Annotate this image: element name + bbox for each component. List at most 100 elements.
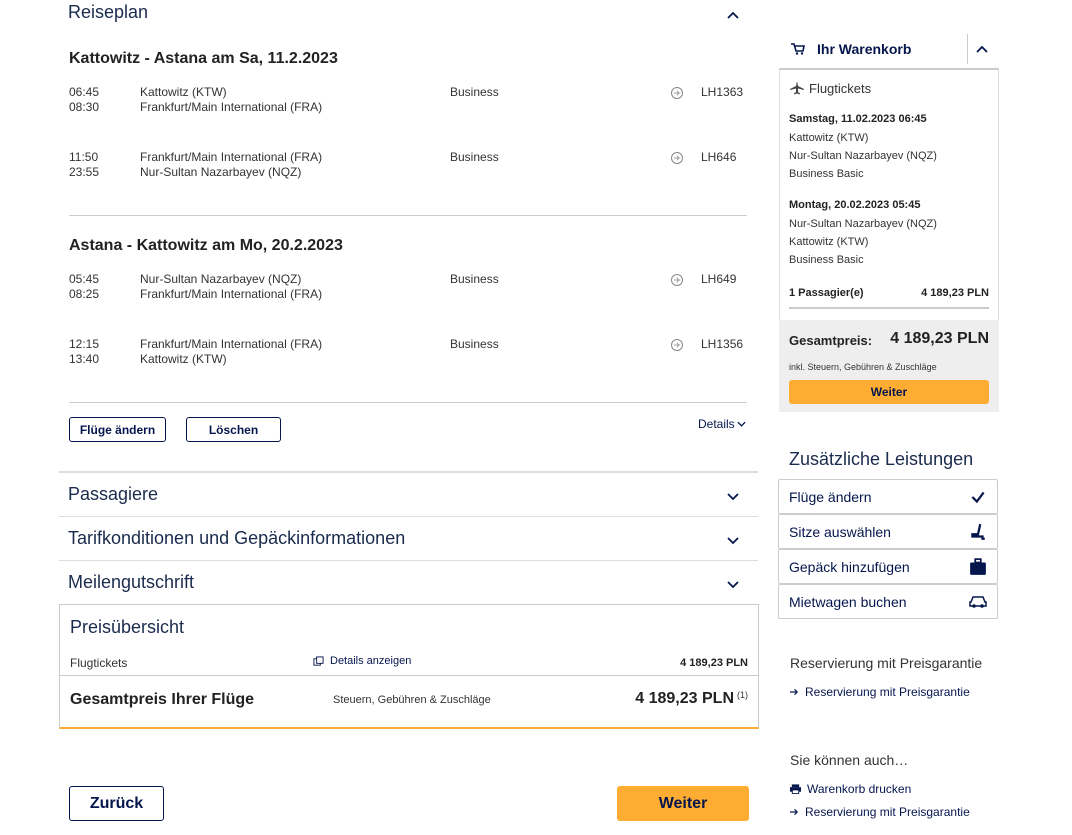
outbound-heading: Kattowitz - Astana am Sa, 11.2.2023 — [69, 50, 338, 67]
next-button[interactable]: Weiter — [617, 786, 749, 821]
chevron-up-icon[interactable] — [726, 8, 740, 22]
divider — [789, 307, 989, 309]
cart-total-box: Gesamtpreis: 4 189,23 PLN inkl. Steuern,… — [779, 320, 999, 412]
cabin-class: Business — [450, 85, 499, 99]
cart-inbound-from: Nur-Sultan Nazarbayev (NQZ) — [789, 218, 937, 230]
external-window-icon — [313, 655, 324, 666]
chevron-down-icon — [737, 421, 746, 427]
cart-header: Ihr Warenkorb — [779, 30, 999, 70]
arrival-time: 13:40 — [69, 352, 100, 366]
departure-time: 11:50 — [69, 150, 99, 164]
cart-tickets-heading: Flugtickets — [789, 80, 871, 96]
cabin-class: Business — [450, 150, 499, 164]
details-show-label: Details anzeigen — [330, 655, 412, 667]
service-add-luggage[interactable]: Gepäck hinzufügen — [778, 549, 998, 584]
cart-total-amount: 4 189,23 PLN — [890, 330, 989, 347]
service-change-flights[interactable]: Flüge ändern — [778, 479, 998, 514]
service-label: Gepäck hinzufügen — [789, 558, 910, 575]
services-title: Zusätzliche Leistungen — [789, 449, 974, 469]
shopping-cart-icon — [791, 43, 805, 55]
taxes-label: Steuern, Gebühren & Zuschläge — [333, 694, 491, 706]
delete-button[interactable]: Löschen — [186, 417, 281, 442]
divider — [967, 34, 968, 64]
cart-inbound-date: Montag, 20.02.2023 05:45 — [789, 199, 921, 211]
change-flights-button[interactable]: Flüge ändern — [69, 417, 166, 442]
cart-passengers-amount: 4 189,23 PLN — [921, 287, 989, 299]
departure-airport: Nur-Sultan Nazarbayev (NQZ) — [140, 272, 302, 286]
arrival-airport: Kattowitz (KTW) — [140, 352, 227, 366]
price-overview: Preisübersicht Flugtickets Details anzei… — [59, 604, 759, 729]
total-amount: 4 189,23 PLN — [635, 690, 734, 707]
cart-inbound-fare: Business Basic — [789, 254, 864, 266]
total-label: Gesamtpreis Ihrer Flüge — [70, 691, 255, 708]
chevron-down-icon — [726, 578, 740, 592]
airline-logo-icon — [671, 152, 683, 164]
cart-outbound-to: Nur-Sultan Nazarbayev (NQZ) — [789, 150, 937, 162]
departure-time: 12:15 — [69, 337, 100, 351]
cabin-class: Business — [450, 272, 499, 286]
arrival-time: 23:55 — [69, 165, 100, 179]
arrival-airport: Frankfurt/Main International (FRA) — [140, 100, 323, 114]
departure-airport: Frankfurt/Main International (FRA) — [140, 337, 323, 351]
details-link[interactable]: Details — [698, 417, 746, 431]
cart-inbound-to: Kattowitz (KTW) — [789, 236, 869, 248]
airline-logo-icon — [671, 274, 683, 286]
divider — [69, 402, 747, 403]
departure-airport: Kattowitz (KTW) — [140, 85, 227, 99]
flight-number: LH1356 — [701, 337, 744, 351]
cart-next-button[interactable]: Weiter — [789, 380, 989, 404]
service-select-seats[interactable]: Sitze auswählen — [778, 514, 998, 549]
also-title: Sie können auch… — [790, 752, 909, 768]
departure-time: 06:45 — [69, 85, 100, 99]
cart-title: Ihr Warenkorb — [817, 41, 912, 57]
print-cart-label: Warenkorb drucken — [807, 782, 912, 796]
departure-airport: Frankfurt/Main International (FRA) — [140, 150, 323, 164]
inbound-heading: Astana - Kattowitz am Mo, 20.2.2023 — [69, 237, 343, 254]
guarantee-link[interactable]: Reservierung mit Preisgarantie — [790, 685, 970, 699]
cart-total-note: inkl. Steuern, Gebühren & Zuschläge — [789, 362, 937, 372]
accordion-miles[interactable]: Meilengutschrift — [59, 561, 758, 604]
chevron-down-icon — [726, 490, 740, 504]
seat-icon — [971, 523, 985, 540]
tickets-amount: 4 189,23 PLN — [680, 657, 748, 669]
itinerary-title: Reiseplan — [68, 2, 149, 22]
flight-number: LH649 — [701, 272, 737, 286]
airline-logo-icon — [671, 87, 683, 99]
cart-outbound-date: Samstag, 11.02.2023 06:45 — [789, 113, 927, 125]
airplane-icon — [790, 81, 804, 95]
service-label: Sitze auswählen — [789, 523, 891, 540]
check-icon — [971, 491, 985, 503]
cabin-class: Business — [450, 337, 499, 351]
footnote-marker: (1) — [737, 690, 748, 700]
cart-total-label: Gesamtpreis: — [789, 333, 873, 348]
car-icon — [969, 595, 987, 608]
accordion-title: Tarifkonditionen und Gepäckinformationen — [68, 528, 406, 548]
cart-passengers: 1 Passagier(e) — [789, 287, 864, 299]
arrival-airport: Nur-Sultan Nazarbayev (NQZ) — [140, 165, 302, 179]
also-guarantee-link[interactable]: Reservierung mit Preisgarantie — [790, 805, 970, 819]
chevron-down-icon — [726, 534, 740, 548]
guarantee-title: Reservierung mit Preisgarantie — [790, 655, 983, 671]
accordion-title: Passagiere — [68, 484, 159, 504]
luggage-icon — [970, 557, 986, 575]
cart-outbound-fare: Business Basic — [789, 168, 864, 180]
accordion-passengers[interactable]: Passagiere — [59, 473, 758, 516]
cart-body: Flugtickets Samstag, 11.02.2023 06:45 Ka… — [779, 70, 999, 412]
cart-tickets-label: Flugtickets — [809, 80, 872, 96]
chevron-up-icon[interactable] — [975, 42, 989, 56]
back-button[interactable]: Zurück — [69, 786, 164, 821]
arrival-airport: Frankfurt/Main International (FRA) — [140, 287, 323, 301]
divider — [60, 675, 758, 676]
accordion-title: Meilengutschrift — [68, 572, 195, 592]
service-label: Flüge ändern — [789, 488, 872, 505]
flight-number: LH1363 — [701, 85, 744, 99]
details-show-link[interactable]: Details anzeigen — [313, 655, 411, 667]
tickets-label: Flugtickets — [70, 656, 128, 670]
service-rent-car[interactable]: Mietwagen buchen — [778, 584, 998, 619]
print-cart-link[interactable]: Warenkorb drucken — [790, 782, 911, 796]
arrival-time: 08:30 — [69, 100, 100, 114]
accordion-fares[interactable]: Tarifkonditionen und Gepäckinformationen — [59, 517, 758, 560]
arrival-time: 08:25 — [69, 287, 100, 301]
total-price: 4 189,23 PLN (1) — [635, 690, 748, 708]
departure-time: 05:45 — [69, 272, 100, 286]
